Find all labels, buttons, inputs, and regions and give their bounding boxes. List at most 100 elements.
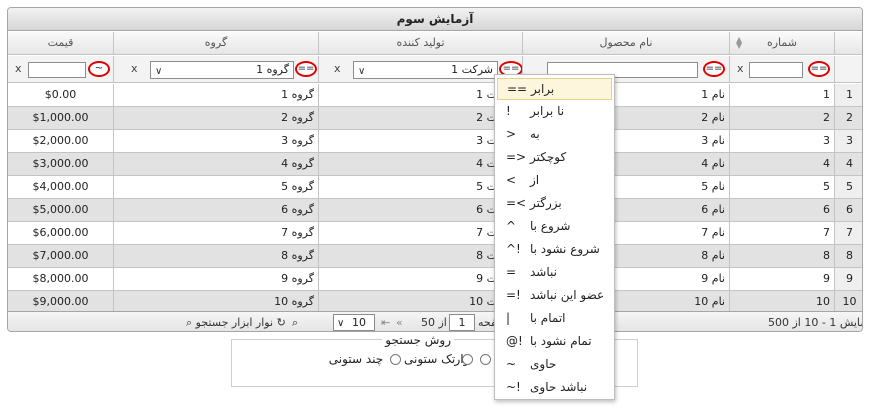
- number-filter-operator[interactable]: ==: [808, 61, 830, 77]
- cell-number: 6: [730, 199, 835, 221]
- cell-price: $7,000.00: [8, 245, 114, 267]
- cell-group: گروه 10: [114, 291, 319, 313]
- cell-rownum: 5: [835, 176, 862, 198]
- next-page-icon[interactable]: «: [396, 316, 403, 329]
- page-number-input[interactable]: 1: [449, 314, 475, 331]
- group-filter-operator[interactable]: ==: [295, 61, 317, 77]
- filter-price: x ~: [8, 56, 114, 82]
- table-row[interactable]: $6,000.00گروه 7شرکت 7نام 777: [8, 222, 862, 245]
- operator-menu-item[interactable]: =< بزرگتر: [497, 193, 612, 215]
- cell-number: 10: [730, 291, 835, 313]
- number-filter-input[interactable]: [749, 62, 803, 78]
- operator-label: نباشد: [530, 265, 557, 279]
- last-page-icon[interactable]: ⇤: [381, 316, 390, 329]
- price-filter-operator[interactable]: ~: [88, 61, 110, 77]
- search-toolbar-toggle[interactable]: ⌕ نوار ابزار جستجو ↻: [186, 316, 286, 330]
- cell-price: $9,000.00: [8, 291, 114, 313]
- operator-label: به: [530, 127, 540, 141]
- operator-label: اتمام با: [530, 311, 566, 325]
- operator-menu-item[interactable]: = نباشد: [497, 262, 612, 284]
- search-option-single-label: تک ستونی: [404, 352, 456, 366]
- operator-menu-item[interactable]: == برابر: [497, 78, 612, 100]
- radio-multi-column[interactable]: [390, 354, 401, 365]
- cell-number: 4: [730, 153, 835, 175]
- grid-body: $0.00گروه 1شرکت 1نام 111$1,000.00گروه 2ش…: [8, 84, 862, 314]
- operator-menu-item[interactable]: => کوچکتر: [497, 147, 612, 169]
- header-manufacturer[interactable]: تولید کننده: [319, 32, 523, 54]
- header-price[interactable]: قیمت: [8, 32, 114, 54]
- operator-symbol: =: [506, 265, 517, 279]
- table-row[interactable]: $5,000.00گروه 6شرکت 6نام 666: [8, 199, 862, 222]
- refresh-icon[interactable]: ↻: [277, 316, 286, 329]
- operator-menu-item[interactable]: ^! شروع نشود با: [497, 239, 612, 261]
- product-filter-operator[interactable]: ==: [703, 61, 725, 77]
- sort-icon[interactable]: ▲ ▼: [736, 36, 742, 50]
- cell-number: 1: [730, 84, 835, 106]
- cell-rownum: 2: [835, 107, 862, 129]
- clear-price-filter-icon[interactable]: x: [15, 62, 22, 75]
- cell-manufacturer: شرکت 7: [319, 222, 523, 244]
- cell-number: 9: [730, 268, 835, 290]
- operator-menu-item[interactable]: | اتمام با: [497, 308, 612, 330]
- operator-menu-item[interactable]: =! عضو این نباشد: [497, 285, 612, 307]
- cell-manufacturer: شرکت 3: [319, 130, 523, 152]
- data-grid: آزمایش سوم قیمت گروه تولید کننده نام محص…: [7, 7, 863, 332]
- filter-manufacturer: x ∨ شرکت 1 ==: [319, 56, 523, 82]
- cell-manufacturer: شرکت 10: [319, 291, 523, 313]
- page-size-select[interactable]: ∨ 10: [333, 314, 375, 331]
- search-option-multi[interactable]: چند ستونی: [329, 352, 401, 366]
- record-info: نمایش 1 - 10 از 500: [768, 316, 862, 329]
- table-row[interactable]: $0.00گروه 1شرکت 1نام 111: [8, 84, 862, 107]
- operator-menu-item[interactable]: ^ شروع با: [497, 216, 612, 238]
- table-row[interactable]: $3,000.00گروه 4شرکت 4نام 444: [8, 153, 862, 176]
- filter-rownum: [835, 56, 862, 82]
- operator-symbol: ^: [506, 219, 517, 233]
- operator-menu-item[interactable]: ~! نباشد حاوی: [497, 377, 612, 399]
- operator-label: شروع نشود با: [530, 242, 600, 256]
- group-filter-select[interactable]: ∨ گروه 1: [150, 61, 294, 79]
- header-product-name[interactable]: نام محصول: [523, 32, 730, 54]
- search-option-single[interactable]: تک ستونی: [404, 352, 473, 366]
- header-group[interactable]: گروه: [114, 32, 319, 54]
- clear-group-filter-icon[interactable]: x: [131, 62, 138, 75]
- radio-toolbar[interactable]: [480, 354, 491, 365]
- table-row[interactable]: $2,000.00گروه 3شرکت 3نام 333: [8, 130, 862, 153]
- clear-number-filter-icon[interactable]: x: [737, 62, 744, 75]
- table-row[interactable]: $7,000.00گروه 8شرکت 8نام 888: [8, 245, 862, 268]
- cell-group: گروه 5: [114, 176, 319, 198]
- cell-price: $4,000.00: [8, 176, 114, 198]
- operator-menu-item[interactable]: ! نا برابر: [497, 101, 612, 123]
- header-number-label: شماره: [766, 36, 797, 49]
- search-mode-title: روش جستجو: [382, 333, 454, 347]
- operator-menu-item[interactable]: < از: [497, 170, 612, 192]
- cell-manufacturer: شرکت 2: [319, 107, 523, 129]
- cell-manufacturer: شرکت 4: [319, 153, 523, 175]
- price-filter-input[interactable]: [28, 62, 86, 78]
- header-number[interactable]: ▲ ▼ شماره: [730, 32, 835, 54]
- search-icon[interactable]: ⌕: [292, 316, 298, 330]
- filter-group: x ∨ گروه 1 ==: [114, 56, 319, 82]
- operator-symbol: =<: [506, 196, 527, 210]
- cell-rownum: 9: [835, 268, 862, 290]
- pager-bar: ⌕ نوار ابزار جستجو ↻ ⌕ ∨ 10 ⇤ « از 50 1 …: [8, 311, 862, 331]
- clear-manufacturer-filter-icon[interactable]: x: [334, 62, 341, 75]
- cell-number: 5: [730, 176, 835, 198]
- operator-menu-item[interactable]: > به: [497, 124, 612, 146]
- manufacturer-filter-select[interactable]: ∨ شرکت 1: [353, 61, 498, 79]
- table-row[interactable]: $1,000.00گروه 2شرکت 2نام 222: [8, 107, 862, 130]
- operator-menu-item[interactable]: @! تمام نشود با: [497, 331, 612, 353]
- cell-price: $6,000.00: [8, 222, 114, 244]
- operator-label: عضو این نباشد: [530, 288, 605, 302]
- cell-price: $2,000.00: [8, 130, 114, 152]
- operator-label: برابر: [531, 82, 555, 96]
- search-option-multi-label: چند ستونی: [328, 352, 384, 366]
- search-toolbar-label: نوار ابزار جستجو: [195, 316, 274, 329]
- cell-manufacturer: شرکت 1: [319, 84, 523, 106]
- cell-rownum: 7: [835, 222, 862, 244]
- table-row[interactable]: $8,000.00گروه 9شرکت 9نام 999: [8, 268, 862, 291]
- table-row[interactable]: $4,000.00گروه 5شرکت 5نام 555: [8, 176, 862, 199]
- radio-single-column[interactable]: [462, 354, 473, 365]
- operator-menu-item[interactable]: ~ حاوی: [497, 354, 612, 376]
- operator-label: تمام نشود با: [530, 334, 592, 348]
- cell-price: $3,000.00: [8, 153, 114, 175]
